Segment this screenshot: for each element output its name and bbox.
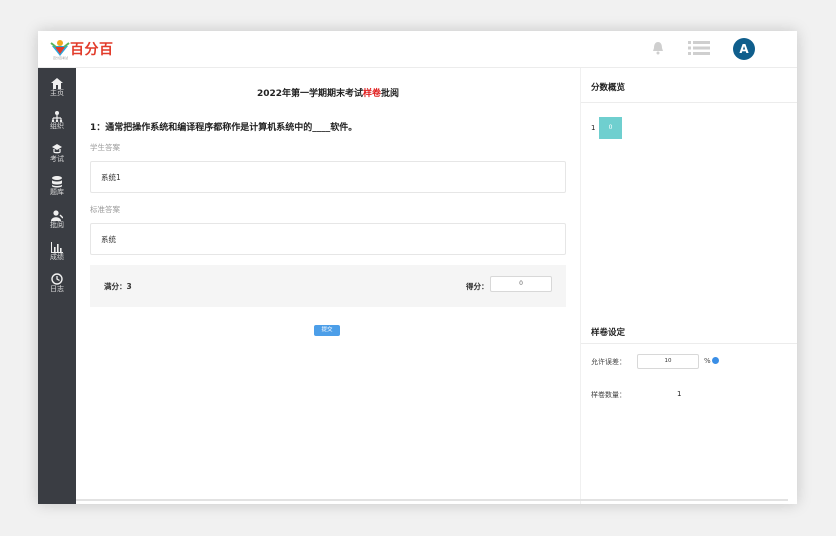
count-label: 样卷数量： — [591, 391, 626, 399]
brand-name: 百分百 — [70, 42, 114, 58]
sidebar-item-review[interactable]: 批阅 — [38, 210, 76, 240]
exam-icon — [52, 144, 62, 154]
sidebar-item-label: 组织 — [50, 122, 64, 130]
app-window: 百分百 百分百考试 A 主页 组织 考试 题库 批阅 成绩 日志 2022年第一… — [38, 31, 797, 504]
brand-tagline: 百分百考试 — [53, 56, 69, 60]
title-prefix: 2022年第一学期期末考试 — [256, 89, 364, 99]
score-input[interactable]: 0 — [490, 276, 552, 292]
sidebar-item-home[interactable]: 主页 — [38, 78, 76, 108]
title-highlight: 样卷 — [363, 89, 382, 99]
sidebar-item-label: 题库 — [50, 188, 64, 196]
full-score-label: 满分：3 — [104, 282, 132, 291]
standard-answer-box: 系统 — [90, 223, 566, 255]
ratio-label: 允许误差： — [591, 358, 626, 366]
sidebar-item-scores[interactable]: 成绩 — [38, 242, 76, 272]
org-icon — [51, 111, 63, 122]
overview-index: 1 — [591, 124, 596, 132]
student-answer-value: 系统1 — [101, 173, 121, 182]
sidebar-item-bank[interactable]: 题库 — [38, 176, 76, 206]
sidebar: 主页 组织 考试 题库 批阅 成绩 日志 — [38, 68, 76, 504]
student-answer-box: 系统1 — [90, 161, 566, 193]
list-menu-icon[interactable] — [688, 41, 710, 55]
student-answer-label: 学生答案 — [90, 143, 120, 152]
overview-title: 分数概览 — [591, 83, 626, 93]
sidebar-item-label: 日志 — [50, 285, 64, 293]
user-avatar[interactable]: A — [733, 38, 755, 60]
sidebar-item-label: 主页 — [50, 89, 64, 97]
title-suffix: 批阅 — [381, 89, 400, 99]
top-bar: 百分百 百分百考试 A — [38, 31, 797, 68]
chart-icon — [51, 242, 63, 253]
sidebar-item-org[interactable]: 组织 — [38, 111, 76, 141]
sidebar-item-label: 批阅 — [50, 221, 64, 229]
get-score-label: 得分： — [466, 282, 489, 291]
sidebar-item-log[interactable]: 日志 — [38, 273, 76, 303]
review-icon — [51, 210, 63, 221]
settings-title: 样卷设定 — [591, 328, 626, 338]
horizontal-scrollbar[interactable] — [76, 499, 788, 501]
sidebar-item-label: 考试 — [50, 155, 64, 163]
home-icon — [51, 78, 63, 89]
standard-answer-label: 标准答案 — [90, 205, 120, 214]
bell-icon[interactable] — [652, 41, 664, 55]
count-value: 1 — [677, 390, 682, 398]
review-main: 2022年第一学期期末考试样卷批阅 1：通常把操作系统和编译程序都称作是计算机系… — [76, 68, 580, 504]
ratio-input[interactable]: 10 — [637, 354, 699, 369]
overview-divider — [581, 102, 797, 103]
clock-icon — [51, 273, 63, 285]
submit-button[interactable]: 提交 — [314, 325, 340, 336]
ratio-unit: % — [704, 357, 711, 365]
overview-score-cell[interactable]: 0 — [599, 117, 622, 139]
info-icon[interactable] — [712, 357, 719, 364]
standard-answer-value: 系统 — [101, 235, 116, 244]
right-panel: 分数概览 1 0 样卷设定 允许误差： 10 % 样卷数量： 1 — [580, 68, 797, 504]
page-title: 2022年第一学期期末考试样卷批阅 — [76, 86, 580, 99]
logo-mark-icon — [50, 40, 70, 56]
sidebar-item-exam[interactable]: 考试 — [38, 144, 76, 174]
question-text: 1：通常把操作系统和编译程序都称作是计算机系统中的____软件。 — [90, 123, 358, 133]
database-icon — [52, 176, 62, 188]
sidebar-item-label: 成绩 — [50, 253, 64, 261]
settings-divider — [581, 343, 797, 344]
brand-logo[interactable]: 百分百 百分百考试 — [50, 38, 120, 62]
score-panel: 满分：3 得分： 0 — [90, 265, 566, 307]
